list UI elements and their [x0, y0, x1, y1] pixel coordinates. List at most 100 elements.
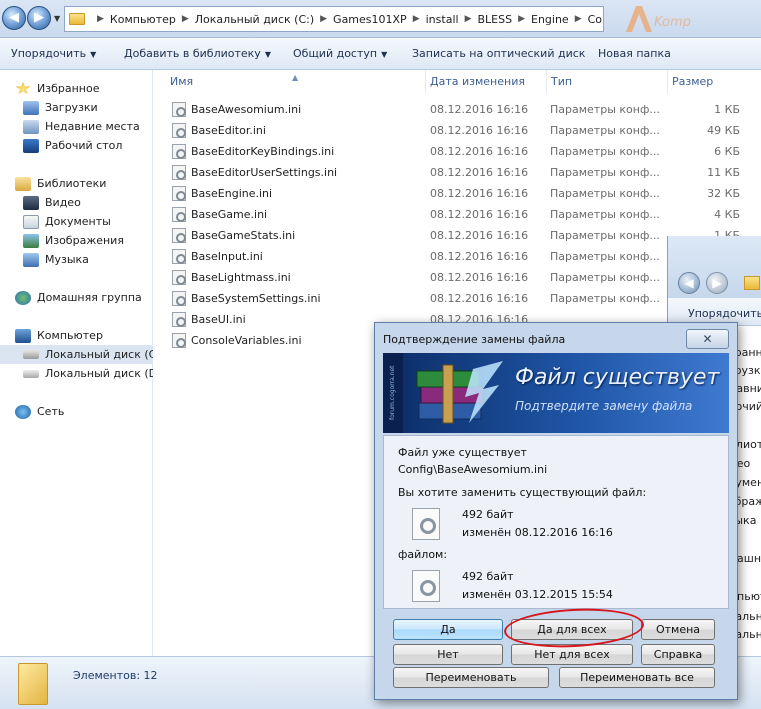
forward-button[interactable]: ▶ — [706, 272, 728, 294]
path-input[interactable]: ▶ Компьютер ▶ Локальный диск (C:) ▶ Game… — [64, 6, 604, 32]
caret-down-icon: ▼ — [90, 50, 97, 59]
dialog-body: Файл уже существует Config\BaseAwesomium… — [383, 435, 729, 609]
music-icon — [23, 252, 39, 267]
file-date: 08.12.2016 16:16 — [430, 187, 529, 200]
computer-icon — [15, 328, 31, 343]
dialog-title: Подтверждение замены файла — [383, 333, 566, 346]
nav-drive-c-label: Локальный диск (C — [45, 348, 153, 361]
nav-recent[interactable]: Недавние места — [0, 117, 153, 136]
close-button[interactable]: ✕ — [686, 329, 729, 349]
breadcrumb-install[interactable]: install — [426, 13, 459, 26]
help-button[interactable]: Справка — [641, 644, 715, 665]
breadcrumb-computer[interactable]: Компьютер — [110, 13, 176, 26]
downloads-icon — [23, 100, 39, 115]
nav-favorites[interactable]: Избранное — [0, 79, 153, 98]
breadcrumb-games[interactable]: Games101XP — [333, 13, 407, 26]
column-header-name[interactable]: Имя ▲ — [154, 70, 426, 94]
table-row[interactable]: BaseAwesomium.ini 08.12.2016 16:16 Парамет… — [154, 99, 761, 120]
file-type: Параметры конф... — [550, 145, 660, 158]
nav-documents[interactable]: Документы — [0, 212, 153, 231]
existing-file-date: изменён 08.12.2016 16:16 — [462, 526, 613, 539]
table-row[interactable]: BaseEditorKeyBindings.ini 08.12.2016 16:1… — [154, 141, 761, 162]
new-folder-button[interactable]: Новая папка — [598, 47, 671, 60]
navigation-pane: Избранное Загрузки Недавние места Рабочи… — [0, 70, 153, 656]
nav-documents-label: Документы — [45, 215, 111, 228]
file-size: 4 КБ — [714, 208, 740, 221]
svg-text:Komp: Komp — [654, 15, 691, 30]
new-folder-label: Новая папка — [598, 47, 671, 60]
breadcrumb-config[interactable]: Config — [588, 13, 603, 26]
banner-site-text: forum.cogorra.net — [383, 353, 403, 433]
file-name: BaseEngine.ini — [191, 187, 273, 200]
ini-file-icon — [172, 165, 186, 180]
ini-file-icon — [172, 123, 186, 138]
nav-downloads[interactable]: Загрузки — [0, 98, 153, 117]
back-button[interactable]: ◀ — [678, 272, 700, 294]
nav-images[interactable]: Изображения — [0, 231, 153, 250]
chevron-right-icon[interactable]: ▶ — [575, 14, 582, 24]
rename-button[interactable]: Переименовать — [393, 667, 549, 688]
nav-drive-d[interactable]: Локальный диск (D:) — [0, 364, 153, 383]
nav-video-label: Видео — [45, 196, 81, 209]
nav-desktop[interactable]: Рабочий стол — [0, 136, 153, 155]
file-date: 08.12.2016 16:16 — [430, 271, 529, 284]
table-row[interactable]: BaseEngine.ini 08.12.2016 16:16 Параметры … — [154, 183, 761, 204]
add-to-library-menu[interactable]: Добавить в библиотеку ▼ — [124, 47, 271, 60]
nav-network[interactable]: Сеть — [0, 402, 153, 421]
no-to-all-button[interactable]: Нет для всех — [511, 644, 633, 665]
burn-button[interactable]: Записать на оптический диск — [412, 47, 585, 60]
file-name: BaseGame.ini — [191, 208, 268, 221]
nav-video[interactable]: Видео — [0, 193, 153, 212]
cancel-button[interactable]: Отмена — [641, 619, 715, 640]
share-menu[interactable]: Общий доступ ▼ — [293, 47, 387, 60]
column-header-type[interactable]: Тип — [547, 70, 668, 94]
breadcrumb-drive-c[interactable]: Локальный диск (C:) — [195, 13, 314, 26]
file-name: BaseGameStats.ini — [191, 229, 296, 242]
yes-to-all-button[interactable]: Да для всех — [511, 619, 633, 640]
chevron-right-icon[interactable]: ▶ — [518, 14, 525, 24]
nav-computer-label: Компьютер — [37, 329, 103, 342]
organize-menu[interactable]: Упорядочить ▼ — [11, 47, 96, 60]
network-icon — [15, 404, 31, 419]
documents-icon — [23, 214, 39, 229]
win2-organize-menu[interactable]: Упорядочить — [688, 307, 761, 320]
nav-drive-c[interactable]: Локальный диск (C — [0, 345, 153, 364]
column-header-size[interactable]: Размер — [668, 70, 761, 94]
breadcrumb-bless[interactable]: BLESS — [477, 13, 512, 26]
file-name: BaseEditorUserSettings.ini — [191, 166, 338, 179]
folder-icon — [18, 663, 48, 705]
chevron-right-icon[interactable]: ▶ — [182, 14, 189, 24]
ini-file-icon — [172, 270, 186, 285]
breadcrumb-engine[interactable]: Engine — [531, 13, 569, 26]
history-dropdown-icon[interactable]: ▼ — [54, 14, 60, 23]
chevron-right-icon[interactable]: ▶ — [465, 14, 472, 24]
nav-music[interactable]: Музыка — [0, 250, 153, 269]
chevron-right-icon[interactable]: ▶ — [97, 14, 104, 24]
winrar-books-icon — [416, 361, 503, 424]
no-button[interactable]: Нет — [393, 644, 503, 665]
ini-file-icon — [172, 102, 186, 117]
column-header-date[interactable]: Дата изменения — [426, 70, 547, 94]
nav-libraries[interactable]: Библиотеки — [0, 174, 153, 193]
forward-button[interactable]: ▶ — [27, 6, 51, 30]
table-row[interactable]: BaseEditor.ini 08.12.2016 16:16 Параметры … — [154, 120, 761, 141]
yes-button[interactable]: Да — [393, 619, 503, 640]
nav-computer[interactable]: Компьютер — [0, 326, 153, 345]
drive-icon — [23, 350, 39, 359]
rename-all-button[interactable]: Переименовать все — [559, 667, 715, 688]
column-date-label: Дата изменения — [430, 75, 525, 88]
table-row[interactable]: BaseEditorUserSettings.ini 08.12.2016 16:… — [154, 162, 761, 183]
nav-images-label: Изображения — [45, 234, 124, 247]
column-size-label: Размер — [672, 75, 714, 88]
chevron-right-icon[interactable]: ▶ — [413, 14, 420, 24]
caret-down-icon: ▼ — [381, 50, 388, 59]
file-exists-label: Файл уже существует — [398, 446, 527, 459]
folder-icon — [69, 13, 85, 25]
file-path: Config\BaseAwesomium.ini — [398, 463, 548, 476]
nav-homegroup[interactable]: Домашняя группа — [0, 288, 153, 307]
table-row[interactable]: BaseGame.ini 08.12.2016 16:16 Параметры ко… — [154, 204, 761, 225]
chevron-right-icon[interactable]: ▶ — [320, 14, 327, 24]
back-button[interactable]: ◀ — [2, 6, 26, 30]
file-date: 08.12.2016 16:16 — [430, 166, 529, 179]
nav-recent-label: Недавние места — [45, 120, 140, 133]
